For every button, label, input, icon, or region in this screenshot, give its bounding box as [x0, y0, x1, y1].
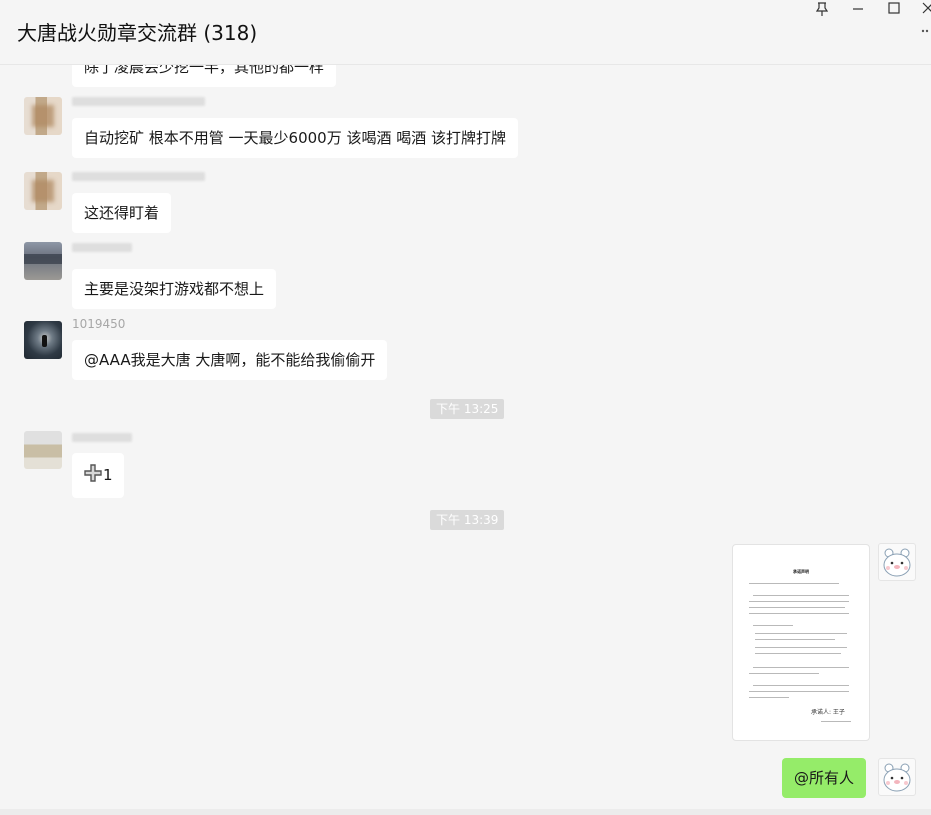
plus-icon — [83, 463, 103, 488]
avatar[interactable] — [24, 172, 62, 210]
message-text: @AAA我是大唐 大唐啊，能不能给我偷偷开 — [84, 351, 376, 369]
message-text: 除了凌晨会少挖一半，其他的都一样 — [84, 65, 325, 76]
message-text: 自动挖矿 根本不用管 一天最少6000万 该喝酒 喝酒 该打牌打牌 — [84, 129, 507, 147]
pin-icon[interactable] — [815, 2, 829, 20]
document-title: 承诺声明 — [793, 569, 809, 574]
avatar[interactable] — [878, 758, 916, 796]
sender-name — [72, 433, 132, 442]
timestamp: 下午 13:39 — [430, 510, 505, 530]
message-bubble[interactable]: @AAA我是大唐 大唐啊，能不能给我偷偷开 — [72, 340, 388, 380]
message-text: @所有人 — [794, 769, 855, 787]
avatar[interactable] — [24, 242, 62, 280]
avatar[interactable] — [24, 431, 62, 469]
avatar[interactable] — [878, 543, 916, 581]
minimize-icon[interactable] — [852, 1, 864, 19]
message-bubble[interactable]: 除了凌晨会少挖一半，其他的都一样 — [72, 65, 337, 87]
timestamp: 下午 13:25 — [430, 399, 505, 419]
close-icon[interactable] — [922, 2, 931, 18]
message-text: 主要是没架打游戏都不想上 — [84, 280, 265, 298]
avatar[interactable] — [24, 321, 62, 359]
document-signature: 承诺人: 王子 — [811, 709, 845, 716]
message-bubble[interactable]: 这还得盯着 — [72, 193, 172, 233]
message-text: 1 — [103, 466, 113, 484]
title-bar: 大唐战火勋章交流群 (318) — [0, 0, 931, 65]
horizontal-divider — [0, 809, 931, 815]
message-bubble[interactable]: 1 — [72, 453, 124, 498]
message-bubble[interactable]: 自动挖矿 根本不用管 一天最少6000万 该喝酒 喝酒 该打牌打牌 — [72, 118, 519, 158]
maximize-icon[interactable] — [888, 2, 900, 18]
chat-title: 大唐战火勋章交流群 (318) — [17, 21, 258, 45]
message-bubble[interactable]: 主要是没架打游戏都不想上 — [72, 269, 277, 309]
sender-name: 1019450 — [72, 317, 126, 331]
sender-name — [72, 172, 205, 181]
sender-name — [72, 97, 205, 106]
message-list[interactable]: 除了凌晨会少挖一半，其他的都一样 自动挖矿 根本不用管 一天最少6000万 该喝… — [0, 65, 931, 809]
avatar[interactable] — [24, 97, 62, 135]
document-thumbnail[interactable]: 承诺声明 承诺人: 王子 — [732, 544, 870, 741]
more-icon[interactable] — [921, 24, 929, 39]
sender-name — [72, 243, 132, 252]
message-text: 这还得盯着 — [84, 204, 160, 222]
message-bubble[interactable]: @所有人 — [782, 758, 867, 798]
